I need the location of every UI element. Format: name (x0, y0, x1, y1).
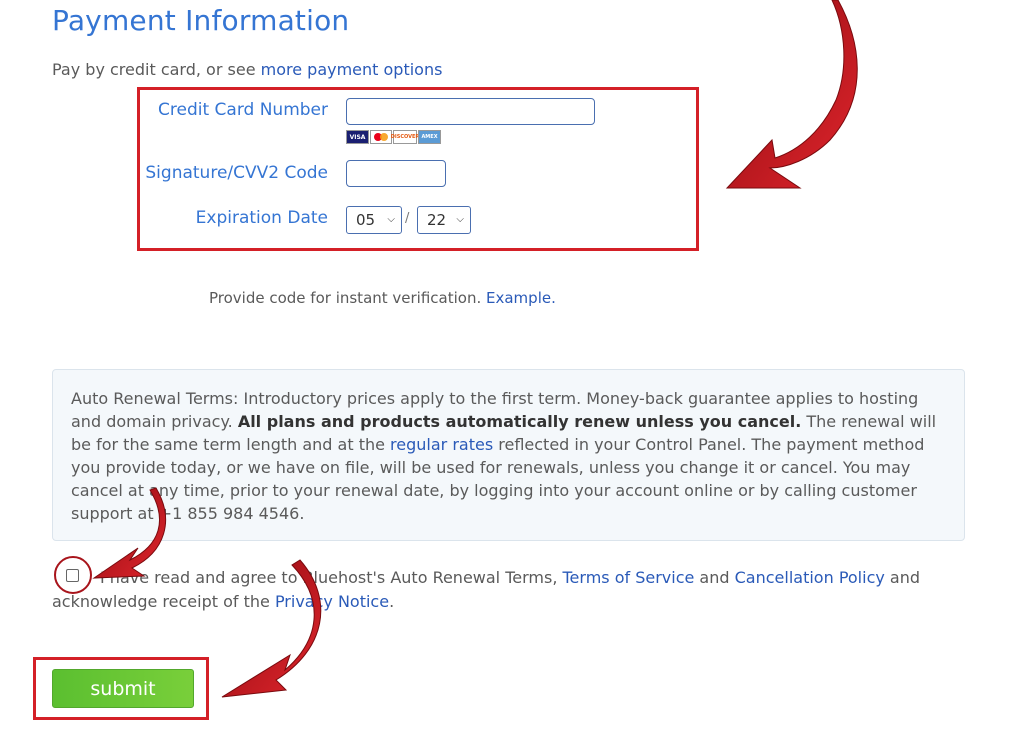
red-arrow-icon (92, 487, 167, 579)
annotation-arrows (92, 0, 858, 698)
red-arrow-icon (221, 559, 322, 698)
red-arrow-icon (725, 0, 858, 189)
